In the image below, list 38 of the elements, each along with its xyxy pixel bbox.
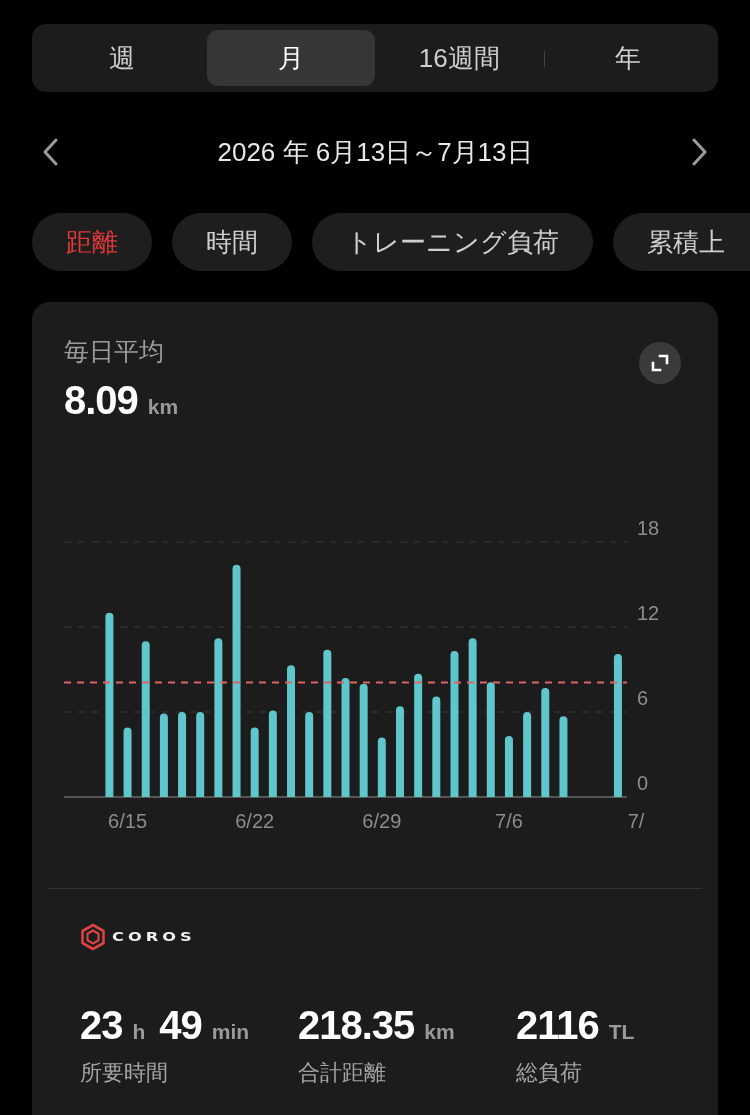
brand-wordmark: COROS	[112, 930, 196, 944]
x-axis-label: 6/29	[362, 810, 402, 832]
expand-button[interactable]	[639, 342, 681, 384]
unit-label: TL	[608, 1020, 635, 1044]
stat-label: 合計距離	[298, 1059, 386, 1087]
stat-label: 総負荷	[516, 1059, 582, 1087]
unit-label: km	[147, 395, 179, 419]
metric-chip[interactable]: トレーニング負荷	[312, 213, 593, 271]
x-axis-label: 7/	[627, 810, 645, 832]
stat-value: 49	[159, 1003, 202, 1047]
metric-chip[interactable]: 時間	[172, 213, 292, 271]
x-axis-label: 6/22	[235, 810, 275, 832]
chevron-right-icon	[692, 138, 708, 166]
unit-label: min	[211, 1020, 250, 1044]
stat-value: 2116	[516, 1003, 599, 1047]
stat-label: 所要時間	[80, 1059, 168, 1087]
expand-icon	[651, 354, 669, 372]
chevron-left-icon	[42, 138, 58, 166]
y-axis-label: 0	[637, 772, 649, 794]
y-axis-label: 18	[637, 517, 660, 539]
period-tab[interactable]: 月	[206, 30, 375, 86]
period-tab[interactable]: 16週間	[375, 30, 544, 86]
stat-value: 218.35	[298, 1003, 415, 1047]
metric-chip[interactable]: 距離	[32, 213, 152, 271]
x-axis-label: 6/15	[108, 810, 148, 832]
average-value: 8.09	[64, 378, 138, 422]
y-axis-label: 12	[637, 602, 660, 624]
stat-value: 23	[80, 1003, 123, 1047]
unit-label: km	[424, 1020, 455, 1044]
period-tab[interactable]: 年	[543, 30, 712, 86]
metric-chip[interactable]: 累積上	[613, 213, 750, 271]
card-title: 毎日平均	[64, 336, 164, 366]
x-axis-label: 7/6	[495, 810, 523, 832]
y-axis-label: 6	[637, 687, 649, 709]
unit-label: h	[132, 1020, 146, 1044]
period-tab[interactable]: 週	[38, 30, 207, 86]
logo-icon	[80, 923, 106, 951]
date-range-label: 2026 年 6月13日～7月13日	[217, 135, 533, 169]
